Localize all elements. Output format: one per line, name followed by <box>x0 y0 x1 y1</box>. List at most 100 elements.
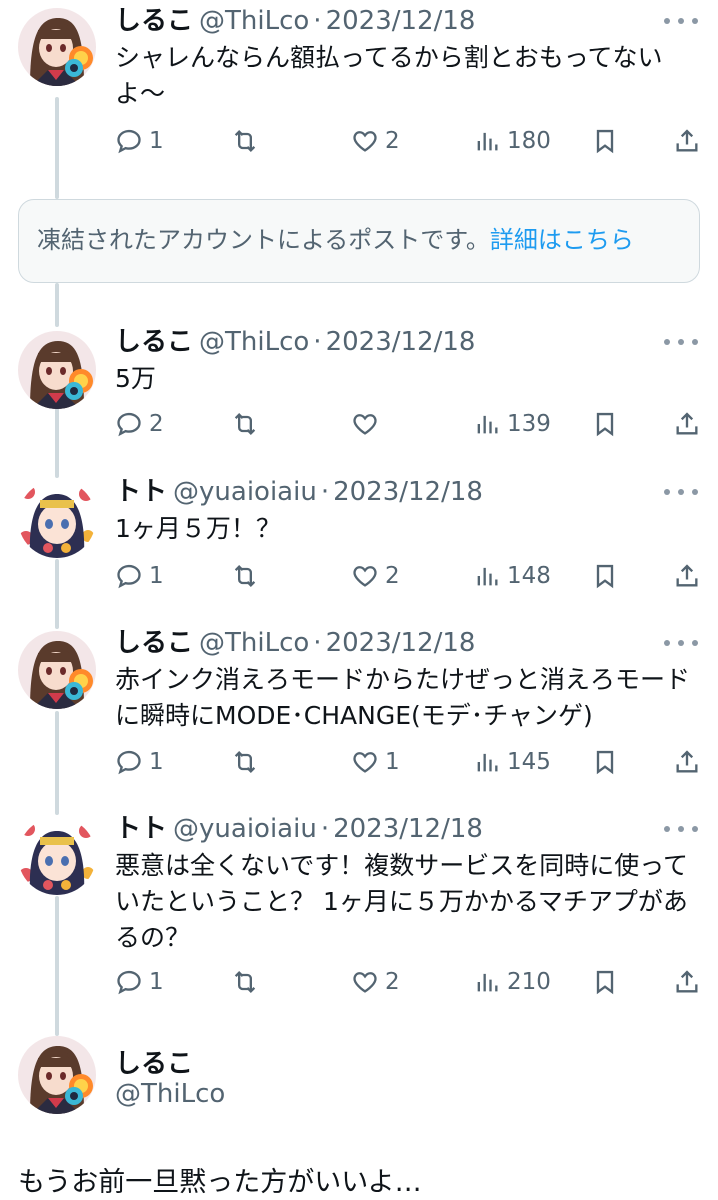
display-name[interactable]: トト <box>115 477 167 507</box>
more-icon[interactable] <box>664 628 698 658</box>
reply-count: 1 <box>149 749 164 775</box>
reply-icon <box>117 564 141 589</box>
share-icon <box>676 564 698 587</box>
bookmark-button[interactable] <box>591 962 619 1002</box>
tweet-text: もうお前一旦黙った方がいいよ… <box>18 1167 422 1198</box>
like-button[interactable] <box>351 404 385 444</box>
notice-text: 凍結されたアカウントによるポストです。 <box>37 226 490 254</box>
reply-icon <box>117 129 141 154</box>
retweet-icon <box>234 565 256 587</box>
retweet-button[interactable] <box>231 404 265 444</box>
avatar[interactable] <box>18 631 96 709</box>
details-link[interactable]: 詳細はこちら <box>490 226 634 254</box>
like-button[interactable]: 2 <box>351 556 400 596</box>
retweet-button[interactable] <box>231 742 265 782</box>
tweet-text: 赤インク消えろモードからたけぜっと消えろモードに瞬時にMODE･CHANGE(モ… <box>115 665 691 730</box>
bookmark-button[interactable] <box>591 121 619 161</box>
like-count: 2 <box>385 563 400 589</box>
like-icon <box>353 131 377 152</box>
like-button[interactable]: 2 <box>351 962 400 1002</box>
frozen-account-notice: 凍結されたアカウントによるポストです。詳細はこちら <box>18 199 700 283</box>
tweet-date[interactable]: 2023/12/18 <box>333 814 483 844</box>
reply-button[interactable]: 1 <box>115 742 164 782</box>
user-handle[interactable]: @yuaioiaiu <box>173 477 317 507</box>
tweet-text: 1ヶ月５万！？ <box>115 514 281 543</box>
views-icon <box>477 753 498 772</box>
views-icon <box>477 973 498 992</box>
display-name[interactable]: しるこ <box>115 327 193 357</box>
avatar[interactable] <box>18 1036 96 1114</box>
retweet-button[interactable] <box>231 121 265 161</box>
bookmark-button[interactable] <box>591 742 619 782</box>
share-button[interactable] <box>673 404 701 444</box>
like-icon <box>353 566 377 587</box>
like-icon <box>353 752 377 773</box>
share-button[interactable] <box>673 962 701 1002</box>
tweet-date[interactable]: 2023/12/18 <box>326 327 476 357</box>
display-name[interactable]: しるこ <box>115 1043 193 1080</box>
tweet-date[interactable]: 2023/12/18 <box>326 628 476 658</box>
display-name[interactable]: しるこ <box>115 628 193 658</box>
separator-dot: · <box>320 477 330 507</box>
bookmark-button[interactable] <box>591 556 619 596</box>
user-handle[interactable]: @ThiLco <box>199 327 309 357</box>
more-icon[interactable] <box>664 327 698 357</box>
retweet-button[interactable] <box>231 556 265 596</box>
reply-count: 2 <box>149 411 164 437</box>
views-icon <box>477 567 498 586</box>
thread-line <box>55 896 59 1036</box>
separator-dot: · <box>320 814 330 844</box>
more-icon[interactable] <box>664 6 698 36</box>
share-icon <box>676 412 698 435</box>
avatar[interactable] <box>18 817 96 895</box>
views-icon <box>477 132 498 151</box>
tweet-text: 悪意は全くないです！複数サービスを同時に使っていたということ？ 1ヶ月に５万かか… <box>115 851 689 952</box>
thread-line <box>55 408 59 478</box>
reply-button[interactable]: 2 <box>115 404 164 444</box>
share-button[interactable] <box>673 121 701 161</box>
retweet-icon <box>234 413 256 435</box>
retweet-button[interactable] <box>231 962 265 1002</box>
share-button[interactable] <box>673 742 701 782</box>
tweet-date[interactable]: 2023/12/18 <box>326 6 476 36</box>
share-icon <box>676 129 698 152</box>
like-count: 2 <box>385 128 400 154</box>
bookmark-icon <box>596 129 614 154</box>
more-icon[interactable] <box>664 477 698 507</box>
avatar[interactable] <box>18 480 96 558</box>
user-handle[interactable]: @ThiLco <box>199 6 309 36</box>
separator-dot: · <box>313 628 322 658</box>
reply-icon <box>117 750 141 775</box>
thread-line <box>55 559 59 629</box>
reply-button[interactable]: 1 <box>115 556 164 596</box>
bookmark-icon <box>596 564 614 589</box>
retweet-icon <box>234 971 256 993</box>
user-handle[interactable]: @ThiLco <box>115 1079 225 1109</box>
share-icon <box>676 970 698 993</box>
thread-line <box>55 711 59 815</box>
user-handle[interactable]: @yuaioiaiu <box>173 814 317 844</box>
avatar[interactable] <box>18 8 96 86</box>
tweet-date[interactable]: 2023/12/18 <box>333 477 483 507</box>
avatar[interactable] <box>18 331 96 409</box>
bookmark-button[interactable] <box>591 404 619 444</box>
views-button[interactable]: 145 <box>473 742 551 782</box>
views-count: 145 <box>507 749 551 775</box>
display-name[interactable]: しるこ <box>115 6 193 36</box>
share-button[interactable] <box>673 556 701 596</box>
views-button[interactable]: 210 <box>473 962 551 1002</box>
like-button[interactable]: 2 <box>351 121 400 161</box>
display-name[interactable]: トト <box>115 814 167 844</box>
more-icon[interactable] <box>664 814 698 844</box>
like-button[interactable]: 1 <box>351 742 400 782</box>
views-button[interactable]: 148 <box>473 556 551 596</box>
separator-dot: · <box>313 6 322 36</box>
views-button[interactable]: 139 <box>473 404 551 444</box>
tweet-text: シャレんならん額払ってるから割とおもってないよ〜 <box>115 43 663 108</box>
reply-count: 1 <box>149 128 164 154</box>
reply-button[interactable]: 1 <box>115 121 164 161</box>
views-button[interactable]: 180 <box>473 121 551 161</box>
tweet-text: 5万 <box>115 364 156 393</box>
reply-button[interactable]: 1 <box>115 962 164 1002</box>
user-handle[interactable]: @ThiLco <box>199 628 309 658</box>
